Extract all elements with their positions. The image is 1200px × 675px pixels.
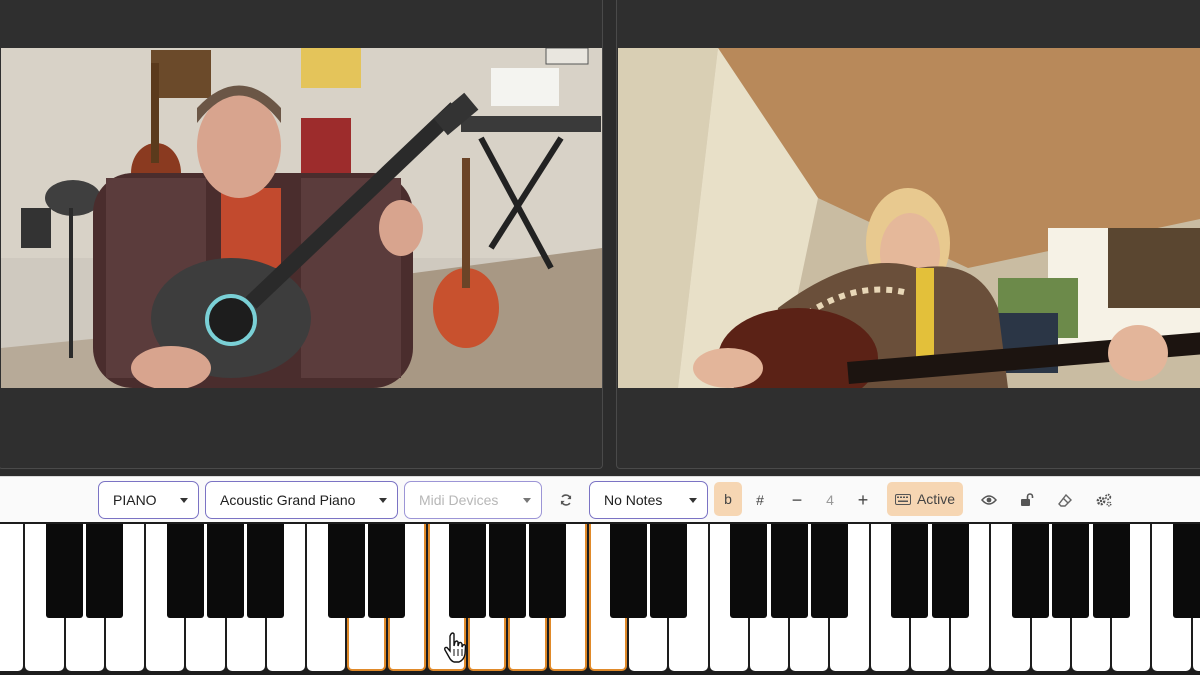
eraser-button[interactable]	[1052, 481, 1078, 519]
gears-icon	[1096, 493, 1112, 507]
black-key[interactable]	[448, 524, 486, 618]
participant-tile-left[interactable]	[0, 0, 603, 469]
participant-tile-right[interactable]	[616, 0, 1200, 469]
settings-button[interactable]	[1090, 481, 1118, 519]
keyboard-icon	[894, 493, 911, 505]
keyboard-active-button[interactable]: Active	[887, 482, 963, 516]
black-key[interactable]	[86, 524, 124, 618]
instrument-select-label: PIANO	[113, 492, 157, 508]
octave-plus-button[interactable]: +	[850, 481, 876, 519]
octave-minus-button[interactable]: −	[784, 481, 810, 519]
plus-label: +	[857, 489, 869, 510]
black-key[interactable]	[931, 524, 969, 618]
chevron-down-icon	[379, 497, 387, 503]
octave-value: 4	[818, 481, 842, 519]
octave-value-text: 4	[826, 492, 834, 508]
hand-cursor-icon	[444, 632, 467, 663]
black-key[interactable]	[327, 524, 365, 618]
sharp-label: #	[756, 492, 764, 508]
black-key[interactable]	[730, 524, 768, 618]
sound-select[interactable]: Acoustic Grand Piano	[205, 481, 398, 519]
black-key[interactable]	[1012, 524, 1049, 618]
white-key[interactable]	[0, 524, 24, 671]
midi-devices-select[interactable]: Midi Devices	[404, 481, 542, 519]
flat-toggle-button[interactable]: b	[714, 482, 742, 516]
refresh-button[interactable]	[552, 481, 580, 519]
refresh-icon	[560, 494, 572, 506]
unlock-icon	[1021, 493, 1034, 506]
piano-keyboard	[0, 522, 1200, 675]
instrument-select[interactable]: PIANO	[98, 481, 199, 519]
flat-label: b	[724, 491, 732, 507]
eye-icon	[981, 495, 997, 505]
participant-video-left	[1, 48, 602, 388]
piano-toolbar: PIANO Acoustic Grand Piano Midi Devices …	[0, 476, 1200, 522]
participant-video-right	[618, 48, 1200, 388]
black-key[interactable]	[529, 524, 566, 618]
sound-select-label: Acoustic Grand Piano	[220, 492, 356, 508]
black-key[interactable]	[207, 524, 244, 618]
chevron-down-icon	[689, 497, 697, 503]
black-key[interactable]	[810, 524, 848, 618]
black-key[interactable]	[891, 524, 929, 618]
sharp-toggle-button[interactable]: #	[746, 481, 774, 519]
lock-button[interactable]	[1014, 481, 1040, 519]
midi-devices-placeholder: Midi Devices	[419, 492, 499, 508]
black-key[interactable]	[1173, 524, 1200, 618]
black-key[interactable]	[247, 524, 285, 618]
black-key[interactable]	[46, 524, 83, 618]
active-label: Active	[916, 491, 956, 507]
notes-select-label: No Notes	[604, 492, 663, 508]
chevron-down-icon	[180, 497, 188, 503]
black-key[interactable]	[166, 524, 204, 618]
black-key[interactable]	[1052, 524, 1090, 618]
black-key[interactable]	[368, 524, 405, 618]
black-key[interactable]	[1092, 524, 1130, 618]
notes-select[interactable]: No Notes	[589, 481, 708, 519]
black-key[interactable]	[609, 524, 647, 618]
visibility-button[interactable]	[976, 481, 1002, 519]
chevron-down-icon	[523, 497, 531, 503]
video-stage	[0, 0, 1200, 470]
black-key[interactable]	[488, 524, 526, 618]
eraser-icon	[1058, 493, 1072, 507]
minus-label: −	[791, 489, 803, 510]
black-key[interactable]	[770, 524, 808, 618]
black-key[interactable]	[649, 524, 687, 618]
